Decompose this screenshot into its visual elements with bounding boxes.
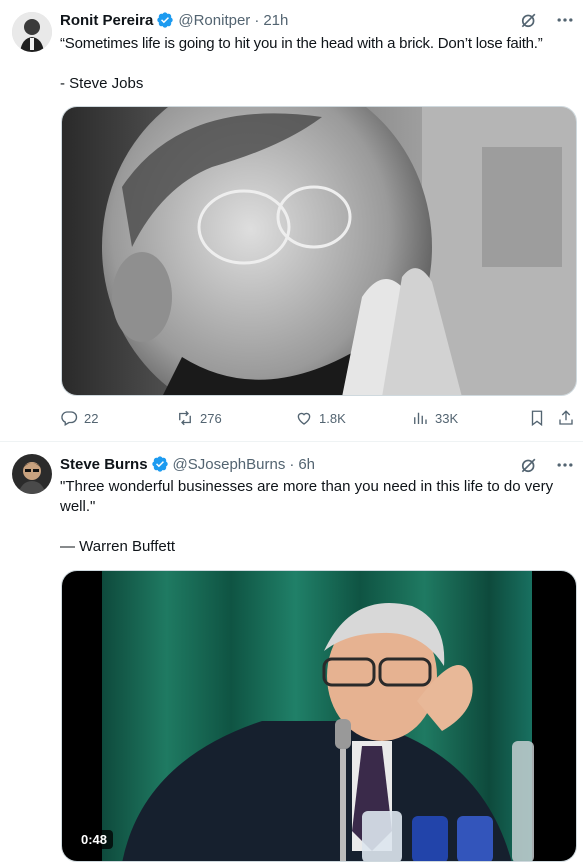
bookmark-button[interactable]: [528, 409, 546, 427]
reply-button[interactable]: 22: [60, 409, 98, 427]
tweet-text-line2: — Warren Buffett: [60, 538, 176, 555]
views-count: 33K: [435, 410, 459, 426]
grok-icon[interactable]: [519, 10, 539, 30]
grok-icon[interactable]: [519, 455, 539, 475]
like-button[interactable]: 1.8K: [295, 409, 346, 427]
avatar-ronit-pereira[interactable]: [12, 12, 52, 52]
timestamp[interactable]: 6h: [298, 456, 315, 473]
share-icon: [559, 410, 573, 425]
tweet-text-line2: - Steve Jobs: [60, 75, 144, 92]
author-handle[interactable]: @SJosephBurns: [173, 456, 286, 473]
verified-badge-icon: [157, 12, 174, 28]
views-button[interactable]: 33K: [411, 409, 458, 427]
tweet-text-line1: “Sometimes life is going to hit you in t…: [60, 35, 543, 52]
tweet-corner-actions: [519, 455, 575, 475]
tweet-text: "Three wonderful businesses are more tha…: [60, 477, 575, 557]
separator-dot: ·: [289, 455, 295, 473]
tweet-video[interactable]: 0:48: [61, 570, 577, 862]
timestamp[interactable]: 21h: [263, 12, 288, 29]
bookmark-icon: [531, 410, 543, 427]
views-icon: [414, 412, 427, 424]
warren-buffett-video-frame: [62, 571, 576, 861]
author-name[interactable]: Ronit Pereira: [60, 12, 153, 29]
share-button[interactable]: [557, 409, 575, 427]
reply-count: 22: [84, 410, 99, 426]
more-icon[interactable]: [555, 455, 575, 475]
more-icon[interactable]: [555, 10, 575, 30]
author-handle[interactable]: @Ronitper: [178, 12, 250, 29]
repost-icon: [179, 410, 191, 426]
repost-button[interactable]: 276: [176, 409, 222, 427]
reply-icon: [61, 411, 78, 426]
repost-count: 276: [200, 410, 222, 426]
tweet-corner-actions: [519, 10, 575, 30]
verified-badge-icon: [151, 456, 168, 472]
tweet-steve-burns[interactable]: Steve Burns @SJosephBurns · 6h "Three wo…: [0, 442, 583, 867]
tweet-text-line1: "Three wonderful businesses are more tha…: [60, 478, 554, 515]
steve-jobs-photo: [62, 107, 576, 395]
tweet-text: “Sometimes life is going to hit you in t…: [60, 34, 575, 94]
separator-dot: ·: [254, 11, 260, 29]
tweet-ronit-pereira[interactable]: Ronit Pereira @Ronitper · 21h “Sometimes…: [0, 0, 583, 442]
video-duration: 0:48: [75, 830, 114, 849]
tweet-photo[interactable]: [61, 106, 577, 396]
like-icon: [297, 412, 311, 425]
like-count: 1.8K: [319, 410, 346, 426]
avatar-steve-burns[interactable]: [12, 454, 52, 494]
author-name[interactable]: Steve Burns: [60, 456, 148, 473]
tweet-header: Ronit Pereira @Ronitper · 21h: [60, 10, 288, 30]
tweet-header: Steve Burns @SJosephBurns · 6h: [60, 454, 315, 474]
tweet-actions: 22 276 1.8K 33K: [60, 409, 576, 429]
